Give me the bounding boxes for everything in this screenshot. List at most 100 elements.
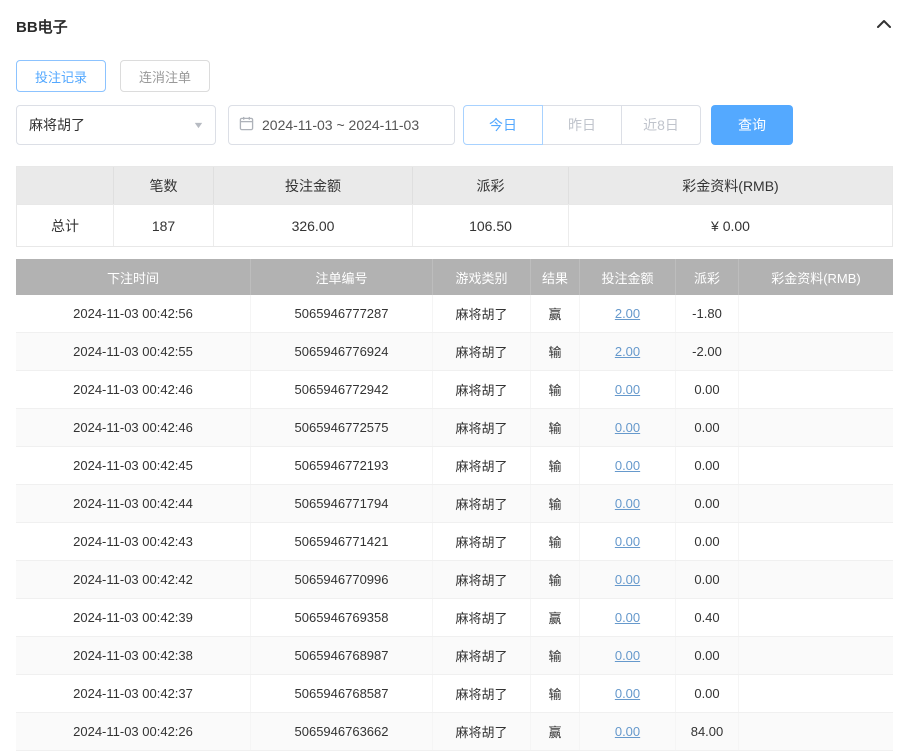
panel-header: BB电子 <box>0 0 909 36</box>
cell-result: 输 <box>531 371 580 408</box>
cell-result: 输 <box>531 675 580 712</box>
cell-bet-time: 2024-11-03 00:42:44 <box>16 485 251 522</box>
cell-result: 输 <box>531 637 580 674</box>
table-row: 2024-11-03 00:42:46 5065946772575 麻将胡了 输… <box>16 409 893 447</box>
table-row: 2024-11-03 00:42:37 5065946768587 麻将胡了 输… <box>16 675 893 713</box>
cell-result: 输 <box>531 561 580 598</box>
cell-game-type: 麻将胡了 <box>433 523 531 560</box>
cell-bet-time: 2024-11-03 00:42:45 <box>16 447 251 484</box>
cell-payout: 0.00 <box>676 637 739 674</box>
cell-order-number: 5065946768987 <box>251 637 433 674</box>
cell-bet-time: 2024-11-03 00:42:37 <box>16 675 251 712</box>
cell-order-number: 5065946772193 <box>251 447 433 484</box>
cell-jackpot <box>739 523 893 560</box>
table-row: 2024-11-03 00:42:45 5065946772193 麻将胡了 输… <box>16 447 893 485</box>
summary-header-payout: 派彩 <box>413 167 569 204</box>
cell-bet-time: 2024-11-03 00:42:46 <box>16 371 251 408</box>
filter-bar: 麻将胡了 ▼ 2024-11-03 ~ 2024-11-03 今日 昨日 近8日… <box>16 105 893 145</box>
cell-payout: 0.00 <box>676 561 739 598</box>
cell-jackpot <box>739 637 893 674</box>
table-row: 2024-11-03 00:42:26 5065946763662 麻将胡了 赢… <box>16 713 893 751</box>
chevron-down-icon: ▼ <box>192 120 204 130</box>
table-row: 2024-11-03 00:42:42 5065946770996 麻将胡了 输… <box>16 561 893 599</box>
calendar-icon <box>239 116 254 134</box>
tab-cascade-orders[interactable]: 连消注单 <box>120 60 210 92</box>
cell-result: 输 <box>531 523 580 560</box>
date-range-value: 2024-11-03 ~ 2024-11-03 <box>262 117 419 133</box>
cell-order-number: 5065946769358 <box>251 599 433 636</box>
cell-payout: 0.00 <box>676 447 739 484</box>
cell-bet-time: 2024-11-03 00:42:46 <box>16 409 251 446</box>
bet-amount-link[interactable]: 0.00 <box>615 534 640 549</box>
bet-amount-link[interactable]: 0.00 <box>615 496 640 511</box>
bet-amount-link[interactable]: 2.00 <box>615 344 640 359</box>
cell-payout: 0.00 <box>676 371 739 408</box>
cell-bet-time: 2024-11-03 00:42:42 <box>16 561 251 598</box>
bet-amount-link[interactable]: 0.00 <box>615 458 640 473</box>
today-button[interactable]: 今日 <box>463 105 543 145</box>
cell-jackpot <box>739 447 893 484</box>
cell-jackpot <box>739 485 893 522</box>
game-select-value: 麻将胡了 <box>29 115 85 135</box>
collapse-panel-button[interactable] <box>875 17 893 36</box>
record-type-tabs: 投注记录 连消注单 <box>16 60 893 92</box>
bet-amount-link[interactable]: 0.00 <box>615 610 640 625</box>
col-header-amount: 投注金额 <box>580 259 676 295</box>
cell-payout: 0.40 <box>676 599 739 636</box>
game-select[interactable]: 麻将胡了 ▼ <box>16 105 216 145</box>
cell-order-number: 5065946772942 <box>251 371 433 408</box>
cell-order-number: 5065946777287 <box>251 295 433 332</box>
bet-amount-link[interactable]: 0.00 <box>615 686 640 701</box>
cell-payout: -2.00 <box>676 333 739 370</box>
col-header-time: 下注时间 <box>16 259 251 295</box>
date-range-picker[interactable]: 2024-11-03 ~ 2024-11-03 <box>228 105 455 145</box>
last-8-days-button[interactable]: 近8日 <box>621 105 701 145</box>
cell-order-number: 5065946768587 <box>251 675 433 712</box>
yesterday-button[interactable]: 昨日 <box>542 105 622 145</box>
cell-payout: -1.80 <box>676 295 739 332</box>
cell-payout: 0.00 <box>676 675 739 712</box>
summary-total-count: 187 <box>114 204 214 246</box>
cell-order-number: 5065946763662 <box>251 713 433 750</box>
summary-header-jackpot: 彩金资料(RMB) <box>569 167 892 204</box>
cell-order-number: 5065946771794 <box>251 485 433 522</box>
summary-header-amount: 投注金额 <box>214 167 413 204</box>
records-header-row: 下注时间 注单编号 游戏类别 结果 投注金额 派彩 彩金资料(RMB) <box>16 259 893 295</box>
cell-jackpot <box>739 371 893 408</box>
bet-amount-link[interactable]: 0.00 <box>615 420 640 435</box>
cell-game-type: 麻将胡了 <box>433 485 531 522</box>
col-header-jackpot: 彩金资料(RMB) <box>739 259 893 295</box>
cell-payout: 0.00 <box>676 409 739 446</box>
cell-game-type: 麻将胡了 <box>433 295 531 332</box>
cell-payout: 0.00 <box>676 485 739 522</box>
bet-amount-link[interactable]: 0.00 <box>615 648 640 663</box>
summary-table: 笔数 投注金额 派彩 彩金资料(RMB) 总计 187 326.00 106.5… <box>16 166 893 247</box>
col-header-order: 注单编号 <box>251 259 433 295</box>
bet-amount-link[interactable]: 0.00 <box>615 382 640 397</box>
table-row: 2024-11-03 00:42:55 5065946776924 麻将胡了 输… <box>16 333 893 371</box>
quick-date-group: 今日 昨日 近8日 <box>463 105 701 145</box>
cell-payout: 84.00 <box>676 713 739 750</box>
tab-bet-records[interactable]: 投注记录 <box>16 60 106 92</box>
cell-jackpot <box>739 713 893 750</box>
cell-jackpot <box>739 333 893 370</box>
summary-total-amount: 326.00 <box>214 204 413 246</box>
table-row: 2024-11-03 00:42:39 5065946769358 麻将胡了 赢… <box>16 599 893 637</box>
cell-result: 赢 <box>531 713 580 750</box>
cell-game-type: 麻将胡了 <box>433 409 531 446</box>
cell-order-number: 5065946771421 <box>251 523 433 560</box>
cell-bet-time: 2024-11-03 00:42:38 <box>16 637 251 674</box>
summary-header-blank <box>17 167 114 204</box>
query-button[interactable]: 查询 <box>711 105 793 145</box>
cell-bet-time: 2024-11-03 00:42:43 <box>16 523 251 560</box>
cell-result: 赢 <box>531 295 580 332</box>
cell-bet-time: 2024-11-03 00:42:26 <box>16 713 251 750</box>
bet-amount-link[interactable]: 0.00 <box>615 572 640 587</box>
bet-amount-link[interactable]: 2.00 <box>615 306 640 321</box>
bet-amount-link[interactable]: 0.00 <box>615 724 640 739</box>
col-header-result: 结果 <box>531 259 580 295</box>
summary-total-row: 总计 187 326.00 106.50 ¥ 0.00 <box>17 204 892 246</box>
table-row: 2024-11-03 00:42:56 5065946777287 麻将胡了 赢… <box>16 295 893 333</box>
cell-game-type: 麻将胡了 <box>433 675 531 712</box>
cell-jackpot <box>739 675 893 712</box>
